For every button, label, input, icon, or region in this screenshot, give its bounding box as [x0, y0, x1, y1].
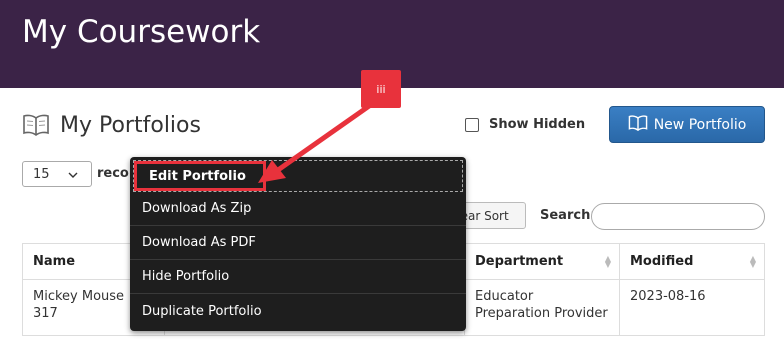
annotation-callout: iii	[361, 70, 401, 108]
annotation-arrow	[258, 101, 375, 183]
